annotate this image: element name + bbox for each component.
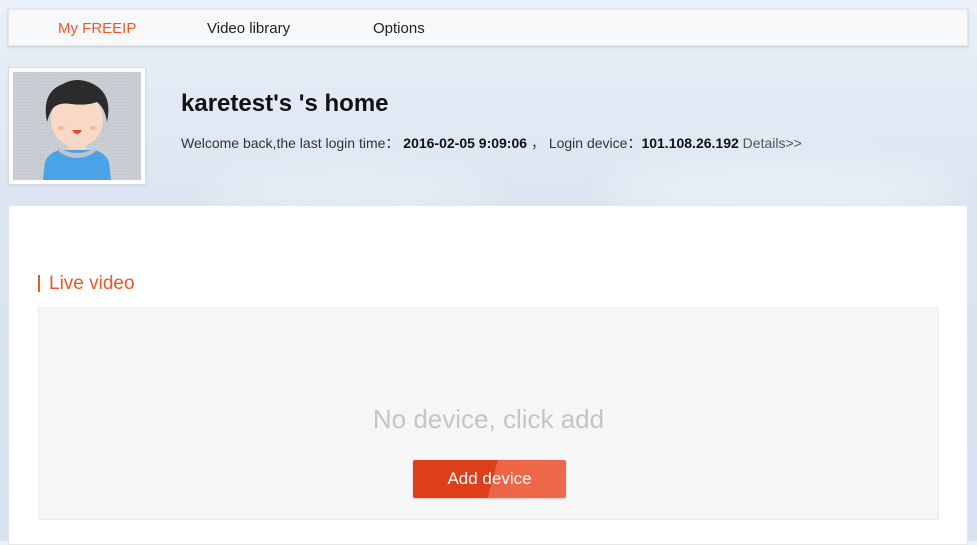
welcome-text: Welcome back,the last login time： [181, 135, 400, 151]
empty-message: No device, click add [372, 404, 605, 434]
last-login-time: 2016-02-05 9:09:06 [403, 135, 528, 151]
top-nav: My FREEIP Video library Options [8, 9, 968, 46]
nav-item-my-freeip[interactable]: My FREEIP [58, 10, 136, 47]
separator: ， [530, 135, 545, 151]
login-device-label: Login device： [548, 135, 642, 151]
section-title-live-video: Live video [38, 274, 135, 294]
main-panel: Live video No device, click add Add devi… [8, 205, 968, 545]
nav-item-video-library[interactable]: Video library [207, 10, 290, 47]
user-avatar-icon [13, 72, 141, 180]
add-device-button[interactable]: Add device [413, 460, 566, 498]
avatar-image [13, 72, 141, 180]
login-info: Welcome back,the last login time： 2016-0… [181, 133, 802, 153]
live-video-area: No device, click add Add device [38, 307, 939, 520]
login-device-value: 101.108.26.192 [641, 135, 739, 151]
page-title: karetest's 's home [181, 90, 389, 117]
avatar[interactable] [8, 67, 146, 185]
nav-item-options[interactable]: Options [373, 10, 425, 47]
details-link[interactable]: Details>> [743, 135, 802, 151]
